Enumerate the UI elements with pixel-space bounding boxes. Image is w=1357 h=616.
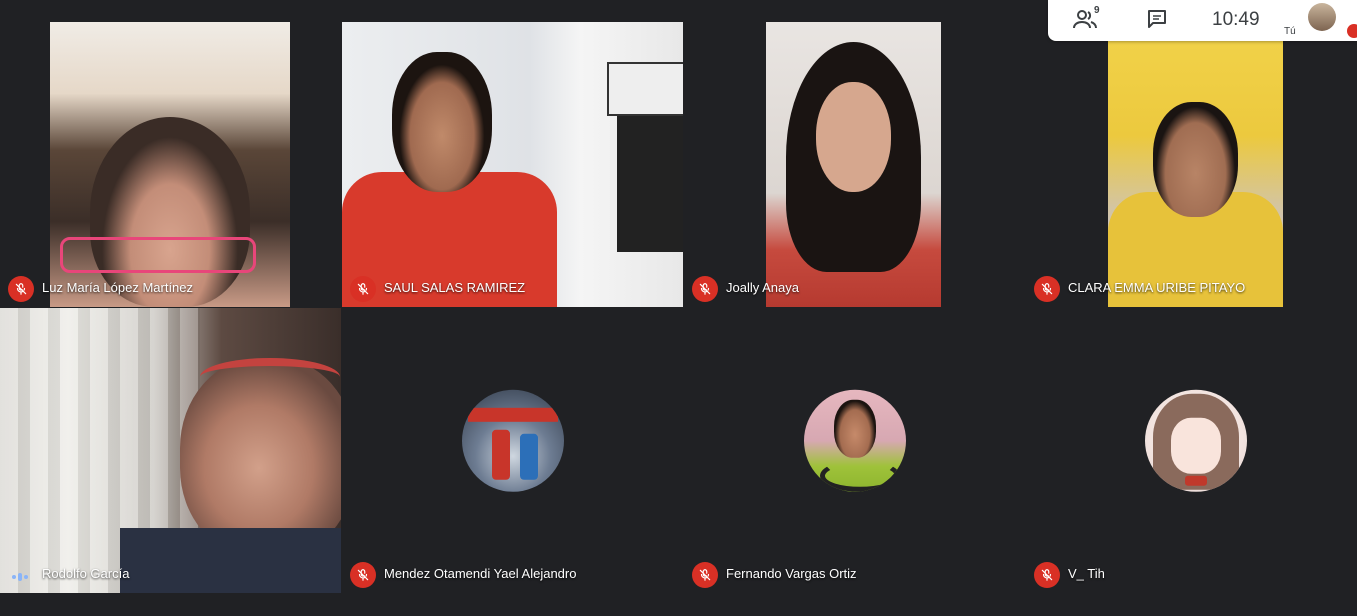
meeting-clock: 10:49 xyxy=(1212,9,1260,30)
participant-video xyxy=(1108,22,1283,307)
mic-off-icon xyxy=(350,276,376,302)
avatar xyxy=(1145,389,1247,492)
avatar-bow xyxy=(1185,475,1207,486)
mic-off-icon xyxy=(1034,562,1060,588)
participant-tile-mendez[interactable]: Mendez Otamendi Yael Alejandro xyxy=(342,308,683,593)
face-shape xyxy=(90,117,250,307)
participant-video xyxy=(766,22,941,307)
participant-name: Luz María López Martínez xyxy=(42,280,194,295)
participant-tile-joally[interactable]: Joally Anaya xyxy=(684,22,1025,307)
participant-tile-vtih[interactable]: V_ Tih xyxy=(1026,308,1357,593)
participant-name: CLARA EMMA URIBE PITAYO xyxy=(1068,280,1246,295)
headphone-band xyxy=(200,358,340,396)
glasses-shape xyxy=(60,237,256,273)
participant-count: 9 xyxy=(1094,5,1100,16)
mic-off-icon xyxy=(350,562,376,588)
participant-name: V_ Tih xyxy=(1068,566,1105,581)
participant-name: Mendez Otamendi Yael Alejandro xyxy=(384,566,577,581)
person-face xyxy=(1153,102,1238,217)
mic-off-icon xyxy=(692,276,718,302)
participant-name: SAUL SALAS RAMIREZ xyxy=(384,280,526,295)
avatar-figure xyxy=(519,433,538,480)
mic-off-icon xyxy=(1034,276,1060,302)
participant-tile-rodolfo[interactable]: Rodolfo García xyxy=(0,308,341,593)
participant-video xyxy=(50,22,290,307)
chat-icon[interactable] xyxy=(1146,8,1168,35)
avatar xyxy=(461,389,564,492)
participant-video xyxy=(342,22,683,307)
avatar xyxy=(803,389,906,492)
mic-off-icon xyxy=(8,276,34,302)
avatar-figure xyxy=(491,429,510,480)
avatar-banner xyxy=(467,407,558,422)
participant-name: Joally Anaya xyxy=(726,280,799,295)
self-label: Tú xyxy=(1284,26,1296,37)
participant-tile-saul[interactable]: SAUL SALAS RAMIREZ xyxy=(342,22,683,307)
bottom-strip xyxy=(0,594,1357,616)
participant-tile-luz[interactable]: Luz María López Martínez xyxy=(0,22,341,307)
person-face xyxy=(392,52,492,192)
participant-tile-clara[interactable]: CLARA EMMA URIBE PITAYO xyxy=(1026,22,1357,307)
mic-off-icon xyxy=(692,562,718,588)
participant-name: Rodolfo García xyxy=(42,566,130,581)
avatar-face xyxy=(1171,417,1221,474)
participant-name: Fernando Vargas Ortiz xyxy=(726,566,857,581)
speaking-indicator-icon xyxy=(12,573,28,581)
participant-video xyxy=(0,308,341,593)
person-body xyxy=(120,528,341,593)
sign-board xyxy=(607,62,683,116)
self-mic-off-icon xyxy=(1347,24,1357,38)
participant-tile-fernando[interactable]: Fernando Vargas Ortiz xyxy=(684,308,1025,593)
meeting-info-bar: 9 10:49 Tú xyxy=(1048,0,1357,41)
avatar-headphones xyxy=(819,459,900,492)
person-face xyxy=(816,82,891,192)
avatar-face xyxy=(833,399,876,458)
self-avatar[interactable] xyxy=(1308,3,1336,31)
